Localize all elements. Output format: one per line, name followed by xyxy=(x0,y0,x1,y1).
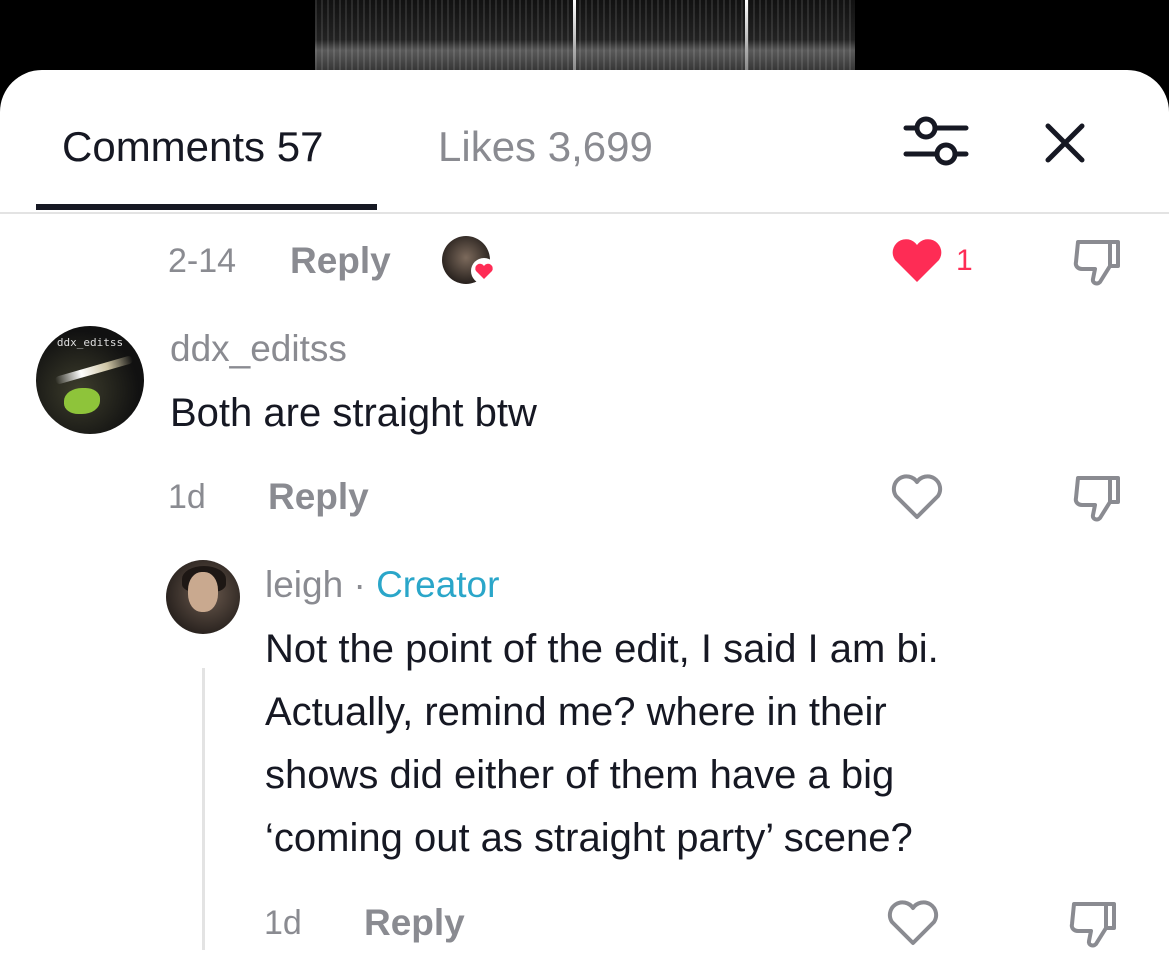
sliders-icon[interactable] xyxy=(902,112,970,170)
avatar[interactable]: ddx_editss xyxy=(36,326,144,434)
reply-button[interactable]: Reply xyxy=(364,898,465,948)
comments-header: Comments 57 Likes 3,699 xyxy=(0,70,1169,214)
separator-dot: · xyxy=(353,564,366,605)
active-tab-indicator xyxy=(36,204,377,210)
reply-username[interactable]: leigh xyxy=(265,564,343,605)
video-light-streak xyxy=(745,0,748,72)
reply-username-row: leigh · Creator xyxy=(265,562,499,608)
like-count: 1 xyxy=(956,244,973,277)
tab-likes[interactable]: Likes 3,699 xyxy=(438,122,653,172)
thumbs-down-icon[interactable] xyxy=(1070,236,1126,288)
reply-text: Not the point of the edit, I said I am b… xyxy=(265,618,939,870)
reply-text-line: Actually, remind me? where in their xyxy=(265,690,887,734)
comment-timestamp: 2-14 xyxy=(168,242,237,280)
avatar-graphic xyxy=(64,388,100,414)
video-preview xyxy=(315,0,855,72)
reply-text-line: shows did either of them have a big xyxy=(265,753,895,797)
thumbs-down-icon[interactable] xyxy=(1070,472,1126,524)
avatar[interactable] xyxy=(166,560,240,634)
reply-text-line: ‘coming out as straight party’ scene? xyxy=(265,816,913,860)
creator-liked-avatar xyxy=(442,236,497,284)
reply-text-line: Not the point of the edit, I said I am b… xyxy=(265,627,939,671)
reply-button[interactable]: Reply xyxy=(268,472,369,522)
heart-icon[interactable] xyxy=(886,900,940,948)
heart-icon xyxy=(471,258,497,284)
comment-username[interactable]: ddx_editss xyxy=(170,326,347,372)
comment-text: Both are straight btw xyxy=(170,391,537,435)
reply-thread-line xyxy=(202,668,205,950)
thumbs-down-icon[interactable] xyxy=(1066,898,1122,950)
comment-timestamp: 1d xyxy=(168,478,206,516)
tab-comments[interactable]: Comments 57 xyxy=(62,122,323,172)
avatar-watermark: ddx_editss xyxy=(56,336,124,349)
heart-icon[interactable] xyxy=(890,474,944,522)
close-icon[interactable] xyxy=(1036,114,1094,172)
heart-icon[interactable] xyxy=(890,238,944,284)
reply-timestamp: 1d xyxy=(264,904,302,942)
video-light-streak xyxy=(573,0,576,72)
avatar-graphic xyxy=(54,355,134,385)
comments-sheet: Comments 57 Likes 3,699 2-14 Reply 1 ddx… xyxy=(0,70,1169,963)
creator-badge: Creator xyxy=(376,564,500,605)
avatar-graphic xyxy=(188,572,218,612)
reply-button[interactable]: Reply xyxy=(290,236,391,286)
